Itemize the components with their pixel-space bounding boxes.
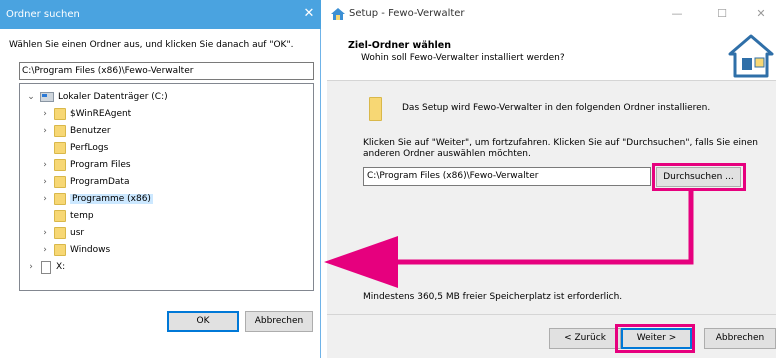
folder-icon: [54, 210, 66, 222]
minimize-icon[interactable]: —: [667, 5, 687, 23]
page-title: Ziel-Ordner wählen: [348, 40, 451, 51]
tree-item-label: temp: [70, 211, 94, 221]
cancel-button[interactable]: Abbrechen: [704, 328, 776, 349]
tree-item[interactable]: › Benutzer: [40, 123, 111, 139]
disk-space-text: Mindestens 360,5 MB freier Speicherplatz…: [363, 292, 623, 302]
folder-icon: [54, 244, 66, 256]
maximize-icon[interactable]: ☐: [712, 5, 732, 23]
house-icon: [728, 34, 774, 78]
next-button[interactable]: Weiter >: [621, 328, 692, 349]
install-info-text: Das Setup wird Fewo-Verwalter in den fol…: [402, 103, 711, 113]
tree-drive-c[interactable]: ⌄ Lokaler Datenträger (C:): [26, 89, 168, 105]
folder-dialog-instruction: Wählen Sie einen Ordner aus, und klicken…: [9, 40, 294, 50]
chevron-down-icon[interactable]: ⌄: [26, 92, 36, 102]
tree-item[interactable]: PerfLogs: [40, 140, 108, 156]
tree-item-selected[interactable]: › Programme (x86): [40, 191, 153, 207]
chevron-right-icon[interactable]: ›: [40, 109, 50, 119]
destination-path-input[interactable]: C:\Program Files (x86)\Fewo-Verwalter: [363, 167, 651, 186]
install-instruction-text: Klicken Sie auf "Weiter", um fortzufahre…: [363, 138, 759, 159]
cancel-button[interactable]: Abbrechen: [245, 311, 313, 332]
setup-titlebar: Setup - Fewo-Verwalter — ☐ ✕: [327, 0, 776, 29]
tree-item[interactable]: › ProgramData: [40, 174, 129, 190]
back-button[interactable]: < Zurück: [549, 328, 621, 349]
tree-item-label: Lokaler Datenträger (C:): [58, 92, 168, 102]
tree-item[interactable]: › $WinREAgent: [40, 106, 131, 122]
tree-item-label: Program Files: [70, 160, 131, 170]
ok-button[interactable]: OK: [167, 311, 239, 332]
tree-drive-x[interactable]: › X:: [26, 259, 65, 275]
tree-item[interactable]: › usr: [40, 225, 84, 241]
folder-icon: [54, 193, 66, 205]
folder-icon: [54, 125, 66, 137]
tree-item-label: $WinREAgent: [70, 109, 132, 119]
chevron-right-icon[interactable]: ›: [40, 228, 50, 238]
close-icon[interactable]: ✕: [301, 5, 317, 23]
file-icon: [41, 260, 51, 274]
folder-icon: [54, 176, 66, 188]
close-icon[interactable]: ✕: [751, 5, 771, 23]
chevron-right-icon[interactable]: ›: [40, 126, 50, 136]
drive-icon: [40, 92, 54, 102]
page-subtitle: Wohin soll Fewo-Verwalter installiert we…: [361, 53, 565, 63]
setup-app-icon: [331, 8, 345, 20]
footer-divider: [327, 314, 776, 315]
tree-item-label: usr: [70, 228, 85, 238]
folder-icon: [54, 108, 66, 120]
setup-window: Setup - Fewo-Verwalter — ☐ ✕ Ziel-Ordner…: [327, 0, 776, 358]
folder-icon: [54, 227, 66, 239]
folder-tree[interactable]: ⌄ Lokaler Datenträger (C:) › $WinREAgent…: [19, 83, 314, 291]
tree-item[interactable]: › Windows: [40, 242, 110, 258]
chevron-right-icon[interactable]: ›: [40, 194, 50, 204]
tree-item-label: Benutzer: [70, 126, 111, 136]
tree-item-label: ProgramData: [70, 177, 130, 187]
folder-dialog-titlebar: Ordner suchen ✕: [0, 0, 321, 29]
chevron-right-icon[interactable]: ›: [40, 160, 50, 170]
wizard-header: Ziel-Ordner wählen Wohin soll Fewo-Verwa…: [327, 29, 776, 81]
tree-item-label: Windows: [70, 245, 111, 255]
tree-item[interactable]: temp: [40, 208, 94, 224]
chevron-right-icon[interactable]: ›: [40, 245, 50, 255]
folder-icon: [54, 159, 66, 171]
setup-title: Setup - Fewo-Verwalter: [349, 8, 465, 19]
chevron-right-icon[interactable]: ›: [40, 177, 50, 187]
folder-dialog-title: Ordner suchen: [6, 9, 80, 20]
tree-item-label: Programme (x86): [70, 194, 153, 204]
folder-icon: [54, 142, 66, 154]
folder-browse-dialog: Ordner suchen ✕ Wählen Sie einen Ordner …: [0, 0, 321, 358]
tree-item[interactable]: › Program Files: [40, 157, 131, 173]
tree-item-label: X:: [56, 262, 66, 272]
tree-item-label: PerfLogs: [70, 143, 109, 153]
folder-path-field[interactable]: C:\Program Files (x86)\Fewo-Verwalter: [19, 62, 314, 80]
browse-button[interactable]: Durchsuchen ...: [656, 167, 741, 187]
chevron-right-icon[interactable]: ›: [26, 262, 36, 272]
folder-icon: [369, 97, 382, 121]
